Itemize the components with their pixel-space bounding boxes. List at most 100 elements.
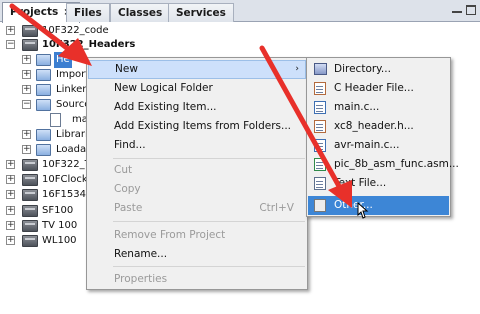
tab-files[interactable]: Files — [66, 3, 110, 22]
menu-item-label: Cut — [114, 164, 133, 176]
minimize-icon[interactable] — [452, 5, 462, 13]
submenu-item-label: main.c... — [334, 101, 380, 113]
tab-services-label: Services — [176, 7, 226, 19]
expand-icon[interactable]: + — [22, 55, 31, 64]
folder-icon — [36, 129, 51, 141]
submenu-item-text-file[interactable]: Text File... — [308, 174, 449, 193]
project-icon — [22, 25, 38, 37]
submenu-item-directory[interactable]: Directory... — [308, 60, 449, 79]
directory-icon — [314, 63, 327, 75]
folder-icon — [36, 84, 51, 96]
submenu-item-main-c[interactable]: main.c... — [308, 98, 449, 117]
expand-icon[interactable]: + — [6, 175, 15, 184]
menu-item-label: Copy — [114, 183, 141, 195]
menu-item-label: Find... — [114, 139, 146, 151]
c-file-icon — [50, 113, 61, 127]
project-icon — [22, 159, 38, 171]
expand-icon[interactable]: + — [6, 190, 15, 199]
menu-item-shortcut: Ctrl+V — [259, 202, 294, 214]
menu-item-copy[interactable]: Copy — [88, 180, 306, 199]
menu-item-cut[interactable]: Cut — [88, 161, 306, 180]
project-icon — [22, 39, 38, 51]
menu-item-label: New — [115, 63, 138, 75]
expand-icon[interactable]: + — [6, 206, 15, 215]
c-file-icon — [314, 101, 326, 114]
project-icon — [22, 189, 38, 201]
text-file-icon — [314, 177, 326, 190]
menu-separator — [113, 221, 305, 222]
submenu-item-label: avr-main.c... — [334, 139, 400, 151]
menu-item-add-existing-items-from-folders[interactable]: Add Existing Items from Folders... — [88, 117, 306, 136]
new-submenu: Directory... C Header File... main.c... … — [306, 57, 459, 217]
tree-label: Import — [56, 69, 90, 80]
menu-item-label: New Logical Folder — [114, 82, 213, 94]
submenu-arrow-icon: › — [295, 64, 299, 74]
mouse-pointer-icon — [357, 202, 369, 219]
other-file-icon — [314, 199, 326, 212]
header-file-icon — [314, 120, 326, 133]
submenu-item-other[interactable]: Other... — [308, 196, 449, 215]
submenu-item-label: Directory... — [334, 63, 391, 75]
c-file-icon — [314, 139, 326, 152]
folder-icon — [36, 144, 51, 156]
menu-item-remove-from-project[interactable]: Remove From Project — [88, 226, 306, 245]
tree-item-10f322-headers[interactable]: − 10F322_Headers — [6, 37, 136, 53]
expand-icon[interactable]: + — [22, 145, 31, 154]
submenu-item-c-header-file[interactable]: C Header File... — [308, 79, 449, 98]
tree-label: SF100 — [42, 205, 74, 216]
project-icon — [22, 205, 38, 217]
tree-label: He — [54, 52, 72, 68]
project-icon — [22, 174, 38, 186]
expand-icon[interactable]: + — [6, 236, 15, 245]
tree-label: TV 100 — [42, 220, 78, 231]
menu-item-find[interactable]: Find... — [88, 136, 306, 155]
expand-icon[interactable]: + — [6, 26, 15, 35]
submenu-item-label: Text File... — [334, 177, 387, 189]
project-icon — [22, 235, 38, 247]
tab-classes-label: Classes — [118, 7, 163, 19]
submenu-item-label: pic_8b_asm_func.asm... — [334, 158, 459, 170]
tab-files-label: Files — [74, 7, 102, 19]
menu-item-label: Remove From Project — [114, 229, 226, 241]
menu-item-label: Paste — [114, 202, 143, 214]
collapse-icon[interactable]: − — [6, 40, 15, 49]
menu-item-rename[interactable]: Rename... — [88, 245, 306, 264]
maximize-icon[interactable] — [466, 5, 476, 15]
folder-icon — [36, 54, 51, 66]
c-header-file-icon — [314, 82, 326, 95]
menu-item-label: Properties — [114, 273, 168, 285]
menu-separator — [113, 266, 305, 267]
tree-label: WL100 — [42, 235, 77, 246]
menu-item-add-existing-item[interactable]: Add Existing Item... — [88, 98, 306, 117]
tab-projects-label: Projects — [10, 6, 59, 18]
menu-item-label: Add Existing Item... — [114, 101, 217, 113]
submenu-item-label: xc8_header.h... — [334, 120, 414, 132]
menu-item-new[interactable]: New › — [88, 60, 306, 79]
submenu-item-pic-asm[interactable]: pic_8b_asm_func.asm... — [308, 155, 459, 174]
tab-bar: Projects× Files Classes Services — [0, 0, 480, 23]
tree-label: Linker — [56, 84, 87, 95]
menu-item-paste[interactable]: Paste Ctrl+V — [88, 199, 306, 218]
submenu-item-avr-main-c[interactable]: avr-main.c... — [308, 136, 449, 155]
folder-icon — [36, 99, 51, 111]
expand-icon[interactable]: + — [22, 70, 31, 79]
submenu-item-xc8-header[interactable]: xc8_header.h... — [308, 117, 449, 136]
expand-icon[interactable]: + — [22, 130, 31, 139]
context-menu: New › New Logical Folder Add Existing It… — [86, 57, 308, 290]
expand-icon[interactable]: + — [6, 221, 15, 230]
asm-file-icon — [314, 158, 326, 171]
tab-classes[interactable]: Classes — [110, 3, 171, 22]
menu-item-properties[interactable]: Properties — [88, 270, 306, 289]
expand-icon[interactable]: + — [22, 85, 31, 94]
project-icon — [22, 220, 38, 232]
menu-item-new-logical-folder[interactable]: New Logical Folder — [88, 79, 306, 98]
folder-icon — [36, 69, 51, 81]
menu-separator — [113, 158, 305, 159]
collapse-icon[interactable]: − — [22, 100, 31, 109]
menu-item-label: Rename... — [114, 248, 168, 260]
expand-icon[interactable]: + — [6, 160, 15, 169]
submenu-item-label: C Header File... — [334, 82, 414, 94]
tab-services[interactable]: Services — [168, 3, 234, 22]
tree-label: 10F322_Headers — [42, 39, 136, 50]
menu-item-label: Add Existing Items from Folders... — [114, 120, 292, 132]
